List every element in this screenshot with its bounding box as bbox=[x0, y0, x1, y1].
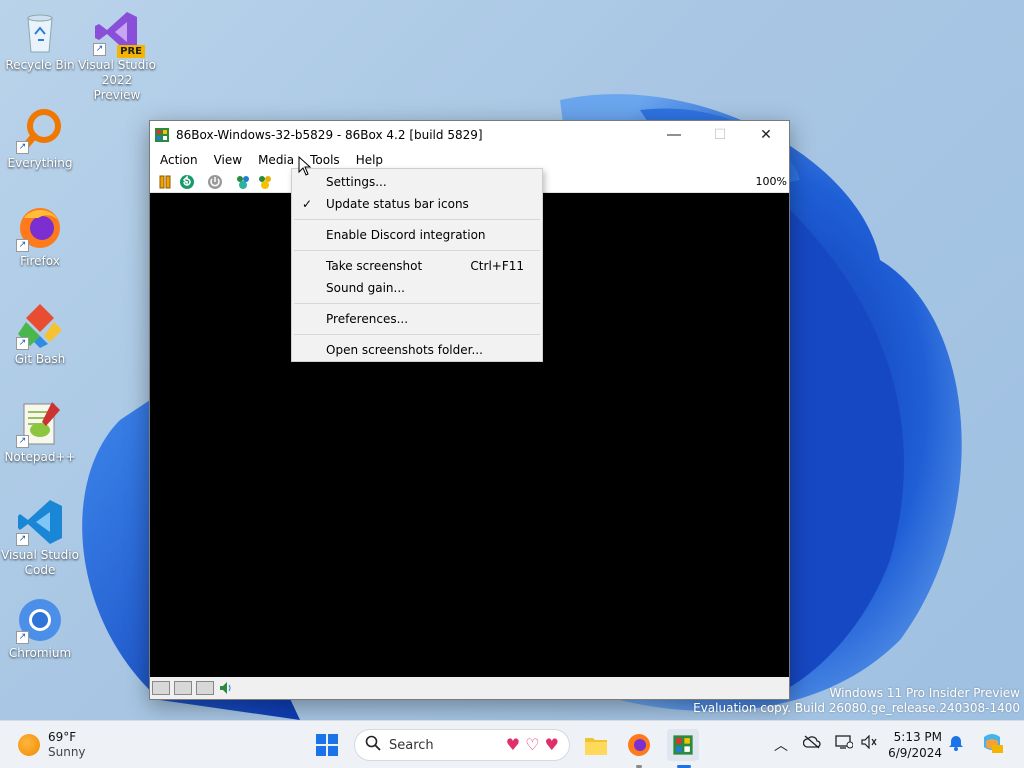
86box-app-icon bbox=[673, 735, 693, 755]
menu-item-enable-discord-integration[interactable]: Enable Discord integration bbox=[292, 224, 542, 246]
copilot-icon[interactable] bbox=[980, 731, 1004, 759]
power-button[interactable] bbox=[204, 172, 226, 192]
recycle-bin-icon bbox=[16, 8, 64, 56]
menu-item-take-screenshot[interactable]: Take screenshot Ctrl+F11 bbox=[292, 255, 542, 277]
ctrl-alt-del-icon bbox=[237, 175, 249, 189]
power-icon bbox=[208, 174, 222, 189]
shortcut-arrow-icon: ↗ bbox=[93, 43, 106, 56]
weather-temperature: 69°F bbox=[48, 730, 77, 744]
desktop-icon-label: Chromium bbox=[8, 646, 72, 660]
minimize-button[interactable]: ― bbox=[651, 121, 697, 149]
chromium-icon: ↗ bbox=[16, 596, 64, 644]
everything-search-icon: ↗ bbox=[16, 106, 64, 154]
desktop-icon-vscode[interactable]: ↗ Visual Studio Code bbox=[0, 498, 80, 578]
desktop-icon-chromium[interactable]: ↗ Chromium bbox=[0, 596, 80, 661]
firefox-icon: ↗ bbox=[16, 204, 64, 252]
search-icon bbox=[365, 735, 381, 755]
desktop-icon-label: Visual Studio Code bbox=[1, 548, 79, 577]
maximize-button[interactable]: ☐ bbox=[697, 121, 743, 149]
network-icon[interactable] bbox=[835, 735, 854, 753]
reset-icon bbox=[180, 174, 194, 189]
ctrl-alt-del-button[interactable] bbox=[232, 172, 254, 192]
notification-bell-icon[interactable] bbox=[948, 735, 964, 755]
zoom-level: 100% bbox=[755, 175, 787, 188]
shortcut-arrow-icon: ↗ bbox=[16, 631, 29, 644]
menu-item-sound-gain[interactable]: Sound gain... bbox=[292, 277, 542, 299]
window-title: 86Box-Windows-32-b5829 - 86Box 4.2 [buil… bbox=[176, 128, 483, 142]
desktop-icon-firefox[interactable]: ↗ Firefox bbox=[0, 204, 80, 269]
desktop-icon-label: Notepad++ bbox=[4, 450, 76, 464]
shortcut-label: Ctrl+F11 bbox=[470, 259, 524, 273]
shortcut-arrow-icon: ↗ bbox=[16, 435, 29, 448]
system-clock[interactable]: 5:13 PM 6/9/2024 bbox=[884, 729, 942, 761]
vscode-icon: ↗ bbox=[16, 498, 64, 546]
volume-muted-icon[interactable] bbox=[861, 734, 877, 753]
desktop-icon-everything[interactable]: ↗ Everything bbox=[0, 106, 80, 171]
menu-view[interactable]: View bbox=[206, 149, 250, 171]
desktop-icon-notepad-plus-plus[interactable]: ↗ Notepad++ bbox=[0, 400, 80, 465]
ctrl-alt-esc-icon bbox=[259, 175, 271, 189]
taskbar-86box[interactable] bbox=[667, 729, 699, 761]
show-hidden-icons-chevron-icon[interactable]: ︿ bbox=[774, 735, 788, 755]
pre-badge: PRE bbox=[117, 45, 145, 58]
search-placeholder: Search bbox=[389, 737, 434, 753]
taskbar-file-explorer[interactable] bbox=[580, 729, 612, 761]
menu-item-settings[interactable]: Settings... bbox=[292, 171, 542, 193]
taskbar-firefox[interactable] bbox=[623, 729, 655, 761]
notepad-plus-plus-icon: ↗ bbox=[16, 400, 64, 448]
taskbar-search-box[interactable]: Search ♥ ♡ ♥ bbox=[354, 729, 570, 761]
cdrom-drive-icon[interactable] bbox=[174, 681, 192, 695]
weather-condition: Sunny bbox=[48, 745, 86, 759]
menu-item-preferences[interactable]: Preferences... bbox=[292, 308, 542, 330]
menu-item-update-status-bar-icons[interactable]: ✓ Update status bar icons bbox=[292, 193, 542, 215]
desktop-icon-recycle-bin[interactable]: Recycle Bin bbox=[0, 8, 80, 73]
desktop-icon-label: Git Bash bbox=[14, 352, 66, 366]
shortcut-arrow-icon: ↗ bbox=[16, 141, 29, 154]
desktop-icon-label: Recycle Bin bbox=[5, 58, 75, 72]
menu-separator bbox=[294, 334, 540, 335]
desktop-icon-visual-studio-preview[interactable]: PRE ↗ Visual Studio 2022 Preview bbox=[77, 8, 157, 103]
menu-separator bbox=[294, 303, 540, 304]
hard-disk-icon[interactable] bbox=[196, 681, 214, 695]
taskbar: 69°F Sunny Search ♥ ♡ ♥ ︿ 5:13 PM 6/9/20… bbox=[0, 720, 1024, 768]
86box-app-icon bbox=[154, 127, 170, 143]
weather-widget[interactable]: 69°F Sunny bbox=[18, 730, 86, 760]
windows-start-icon bbox=[316, 734, 338, 756]
desktop-icon-label: Visual Studio 2022 Preview bbox=[78, 58, 156, 102]
menu-separator bbox=[294, 219, 540, 220]
menu-item-open-screenshots-folder[interactable]: Open screenshots folder... bbox=[292, 339, 542, 361]
git-bash-icon: ↗ bbox=[16, 302, 64, 350]
sun-icon bbox=[18, 734, 40, 756]
desktop-icon-label: Everything bbox=[7, 156, 73, 170]
menu-action[interactable]: Action bbox=[152, 149, 206, 171]
clock-time: 5:13 PM bbox=[893, 730, 942, 744]
desktop-icon-git-bash[interactable]: ↗ Git Bash bbox=[0, 302, 80, 367]
pause-icon bbox=[159, 175, 171, 188]
menu-separator bbox=[294, 250, 540, 251]
checkmark-icon: ✓ bbox=[302, 197, 313, 211]
folder-icon bbox=[585, 738, 607, 755]
start-button[interactable] bbox=[311, 729, 343, 761]
title-bar[interactable]: 86Box-Windows-32-b5829 - 86Box 4.2 [buil… bbox=[150, 121, 789, 149]
search-highlight-hearts-icon: ♥ ♡ ♥ bbox=[505, 735, 559, 754]
desktop-icon-label: Firefox bbox=[20, 254, 60, 268]
pause-button[interactable] bbox=[154, 172, 176, 192]
shortcut-arrow-icon: ↗ bbox=[16, 239, 29, 252]
evaluation-watermark: Windows 11 Pro Insider Preview Evaluatio… bbox=[693, 686, 1020, 715]
reset-button[interactable] bbox=[176, 172, 198, 192]
shortcut-arrow-icon: ↗ bbox=[16, 337, 29, 350]
tools-dropdown-menu: Settings... ✓ Update status bar icons En… bbox=[291, 168, 543, 362]
visual-studio-icon: PRE ↗ bbox=[93, 8, 145, 58]
onedrive-offline-icon[interactable] bbox=[802, 735, 821, 753]
clock-date: 6/9/2024 bbox=[888, 746, 942, 760]
mouse-cursor-icon bbox=[298, 156, 312, 176]
close-button[interactable]: ✕ bbox=[743, 121, 789, 149]
sound-icon[interactable] bbox=[218, 681, 234, 695]
firefox-icon bbox=[628, 734, 650, 756]
floppy-drive-icon[interactable] bbox=[152, 681, 170, 695]
shortcut-arrow-icon: ↗ bbox=[16, 533, 29, 546]
ctrl-alt-esc-button[interactable] bbox=[254, 172, 276, 192]
